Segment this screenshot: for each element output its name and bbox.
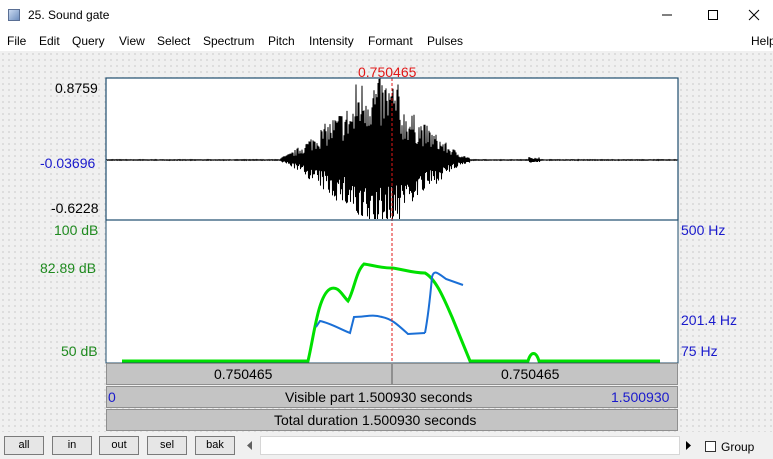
window-title: 25. Sound gate — [28, 8, 110, 22]
menu-help[interactable]: Help — [751, 34, 773, 48]
zoom-in-button[interactable]: in — [52, 436, 92, 455]
sound-editor-area: 0.8759 -0.03696 -0.6228 100 dB 82.89 dB … — [0, 51, 773, 432]
segment-right-bar[interactable]: 0.750465 — [392, 363, 678, 385]
segment-left-label: 0.750465 — [214, 366, 273, 382]
close-icon — [748, 9, 760, 21]
scroll-left-arrow[interactable] — [240, 436, 260, 455]
menu-edit[interactable]: Edit — [39, 34, 60, 48]
menu-bar: File Edit Query View Select Spectrum Pit… — [0, 30, 773, 51]
menu-intensity[interactable]: Intensity — [309, 34, 354, 48]
zoom-all-button[interactable]: all — [4, 436, 44, 455]
menu-pulses[interactable]: Pulses — [427, 34, 463, 48]
visible-start-label: 0 — [108, 389, 116, 405]
menu-formant[interactable]: Formant — [368, 34, 413, 48]
scroll-right-arrow[interactable] — [680, 436, 696, 455]
arrow-left-icon — [247, 441, 252, 450]
close-button[interactable] — [736, 0, 773, 30]
menu-spectrum[interactable]: Spectrum — [203, 34, 254, 48]
menu-file[interactable]: File — [7, 34, 26, 48]
total-duration-label: Total duration 1.500930 seconds — [274, 412, 477, 428]
app-icon — [8, 9, 20, 21]
zoom-back-button[interactable]: bak — [195, 436, 235, 455]
menu-query[interactable]: Query — [72, 34, 105, 48]
zoom-out-button[interactable]: out — [99, 436, 139, 455]
maximize-button[interactable] — [690, 0, 736, 30]
menu-select[interactable]: Select — [157, 34, 190, 48]
time-scrollbar[interactable] — [260, 436, 680, 455]
group-label: Group — [721, 440, 755, 454]
zoom-selection-button[interactable]: sel — [147, 436, 187, 455]
group-checkbox[interactable] — [705, 441, 716, 452]
minimize-icon — [662, 14, 672, 16]
menu-pitch[interactable]: Pitch — [268, 34, 295, 48]
menu-view[interactable]: View — [119, 34, 145, 48]
segment-right-label: 0.750465 — [501, 366, 560, 382]
visible-end-label: 1.500930 — [611, 389, 670, 405]
arrow-right-icon — [686, 441, 691, 450]
visible-part-bar[interactable]: 0 Visible part 1.500930 seconds 1.500930 — [106, 386, 678, 408]
title-bar: 25. Sound gate — [0, 0, 773, 30]
minimize-button[interactable] — [644, 0, 690, 30]
maximize-icon — [708, 10, 718, 20]
segment-left-bar[interactable]: 0.750465 — [106, 363, 392, 385]
visible-part-label: Visible part 1.500930 seconds — [285, 389, 473, 405]
total-duration-bar[interactable]: Total duration 1.500930 seconds — [106, 409, 678, 431]
bottom-toolbar: all in out sel bak Group — [0, 432, 773, 459]
